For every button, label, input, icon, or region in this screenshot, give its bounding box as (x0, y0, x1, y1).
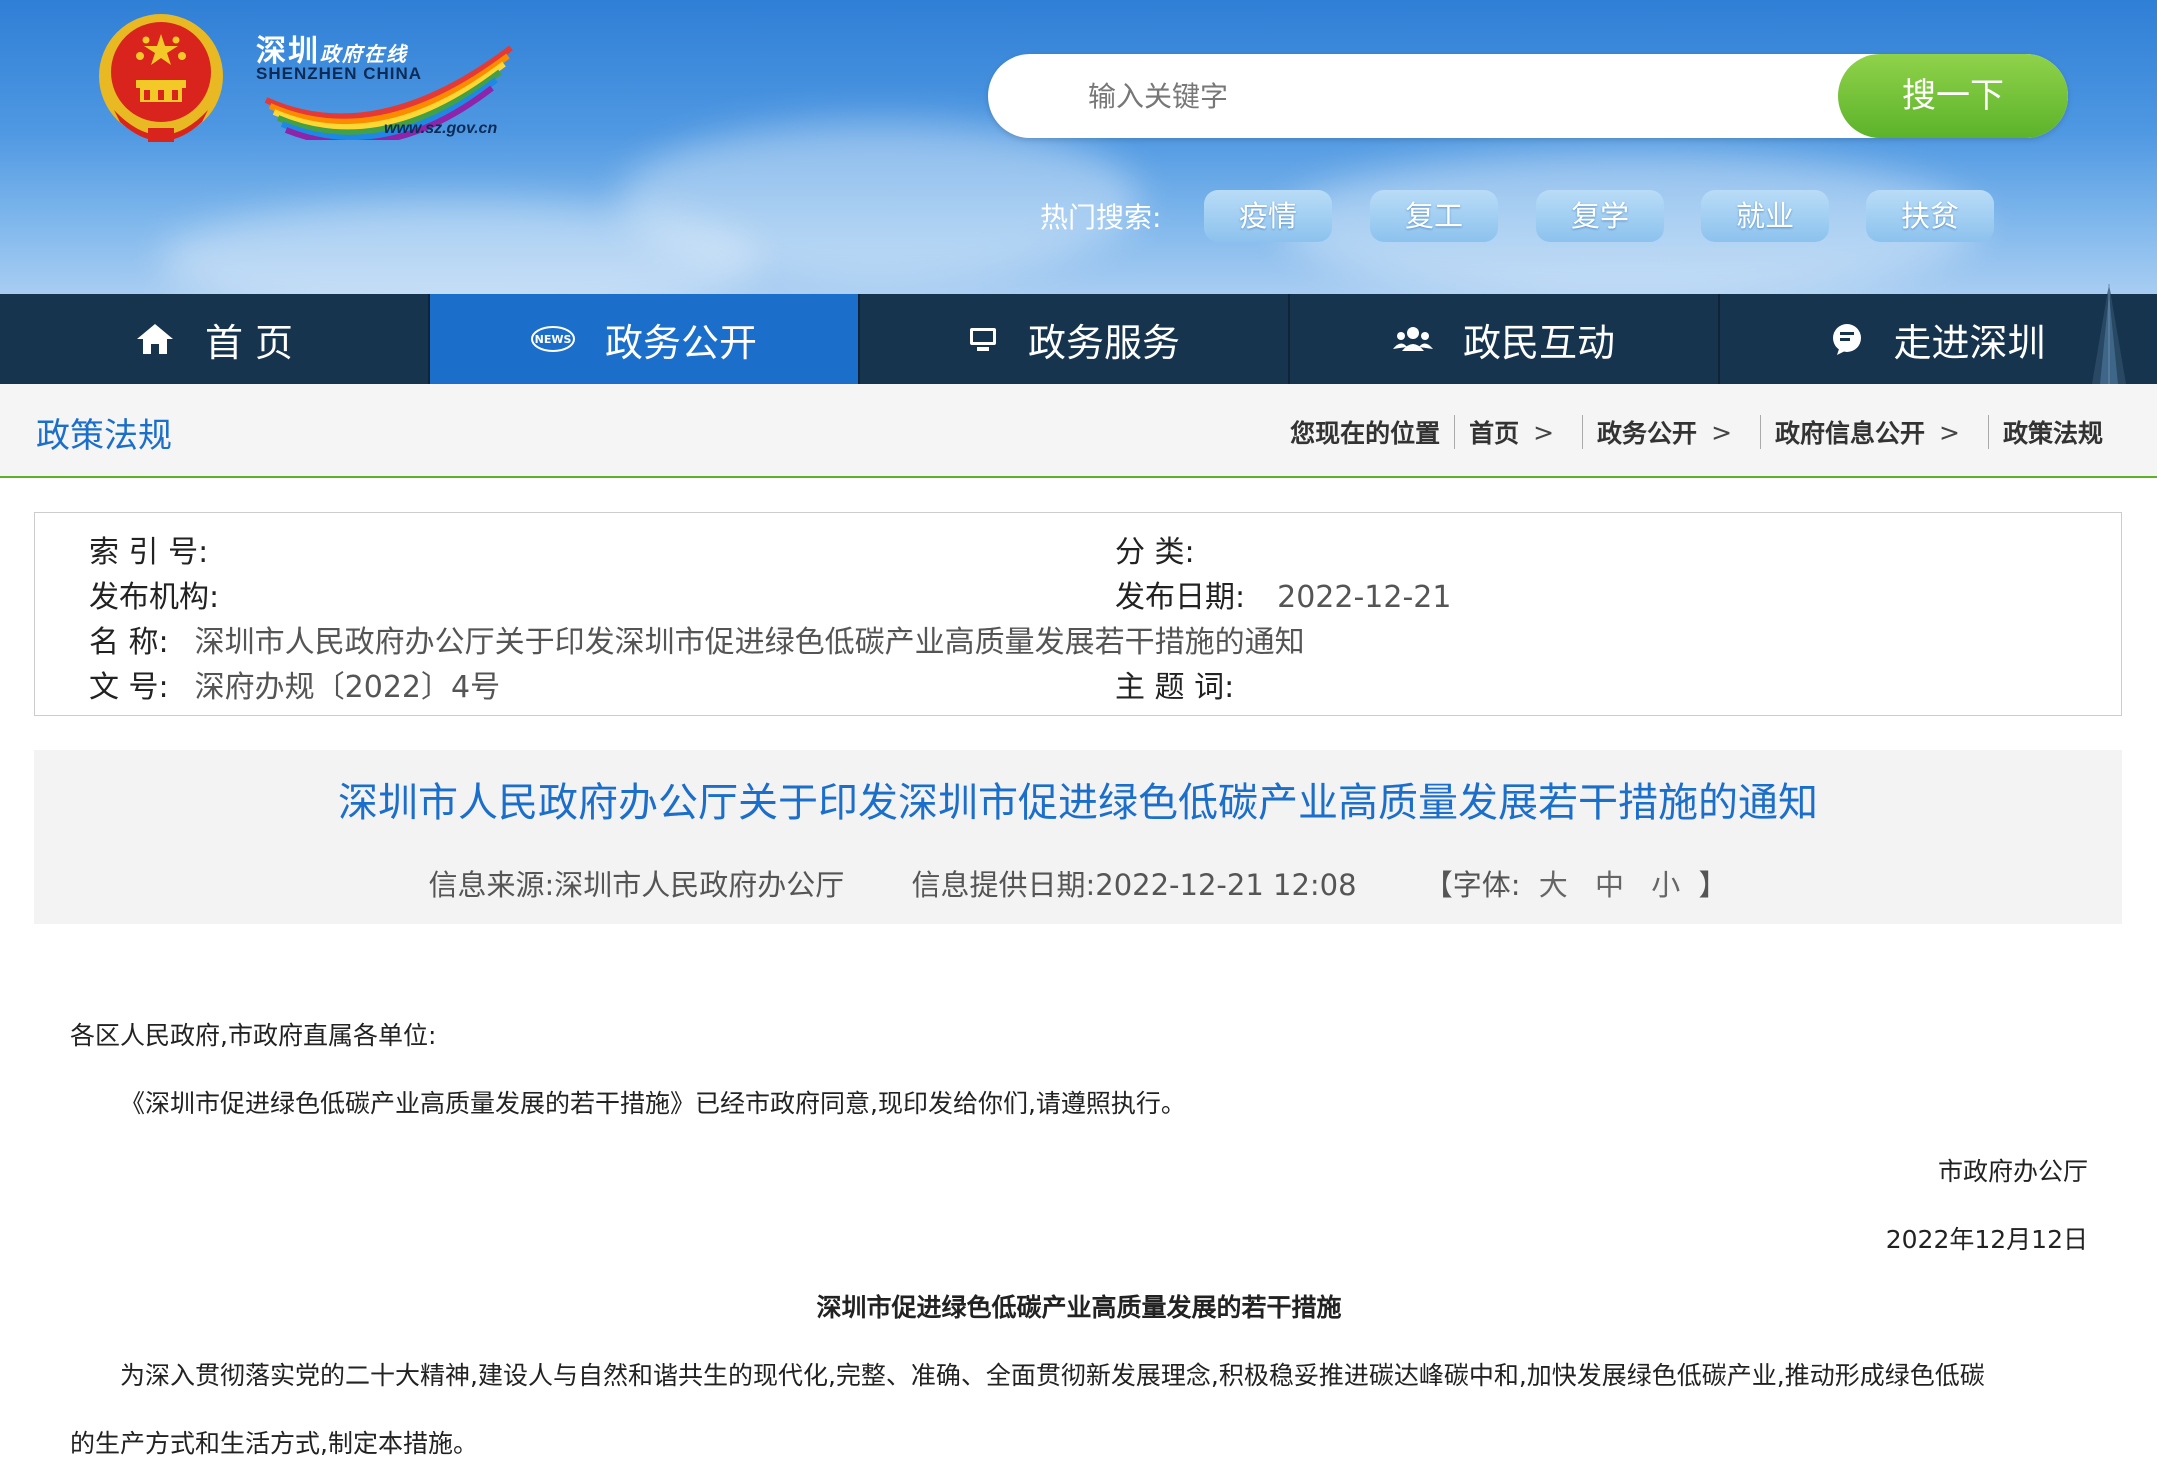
nav-item-interaction[interactable]: 政民互动 (1290, 294, 1720, 384)
paragraph-2-line-2: 的生产方式和生活方式,制定本措施。 (70, 1429, 478, 1458)
meta-docno-value: 深府办规〔2022〕4号 (194, 670, 501, 705)
meta-docno: 文 号: 深府办规〔2022〕4号 (89, 662, 500, 706)
section-title[interactable]: 政策法规 (36, 408, 172, 457)
logo-title-small: 政府在线 (320, 42, 408, 66)
national-emblem-icon (99, 14, 223, 142)
meta-category-label: 分 类: (1115, 535, 1195, 570)
breadcrumb-government-affairs[interactable]: 政务公开 (1597, 414, 1697, 450)
meta-publisher-label: 发布机构: (89, 580, 220, 615)
home-icon (135, 321, 175, 357)
nav-item-label: 政务公开 (604, 320, 757, 365)
breadcrumb-separator: > (1711, 417, 1733, 447)
document-provided-date: 信息提供日期:2022-12-21 12:08 (911, 868, 1357, 902)
news-icon: NEWS (530, 324, 575, 354)
meta-name: 名 称: 深圳市人民政府办公厅关于印发深圳市促进绿色低碳产业高质量发展若干措施的通… (89, 617, 1305, 661)
nav-item-label: 走进深圳 (1893, 320, 2046, 365)
meta-name-value: 深圳市人民政府办公厅关于印发深圳市促进绿色低碳产业高质量发展若干措施的通知 (194, 625, 1305, 660)
svg-text:NEWS: NEWS (535, 333, 572, 346)
document-info: 信息来源:深圳市人民政府办公厅 信息提供日期:2022-12-21 12:08 … (34, 862, 2122, 904)
meta-publisher: 发布机构: (89, 572, 245, 616)
font-size-large-button[interactable]: 大 (1539, 868, 1568, 902)
breadcrumb-separator: > (1939, 417, 1960, 447)
salutation: 各区人民政府,市政府直属各单位: (70, 1021, 437, 1050)
breadcrumb-divider (1454, 415, 1456, 449)
document-title-block: 深圳市人民政府办公厅关于印发深圳市促进绿色低碳产业高质量发展若干措施的通知 信息… (34, 750, 2122, 924)
hot-tag-resume-school[interactable]: 复学 (1536, 190, 1664, 242)
paragraph-1: 《深圳市促进绿色低碳产业高质量发展的若干措施》已经市政府同意,现印发给你们,请遵… (120, 1089, 1186, 1118)
document-metadata: 索 引 号: 分 类: 发布机构: 发布日期: 2022-12-21 名 称: 深圳… (34, 512, 2122, 716)
nav-item-government-services[interactable]: 政务服务 (860, 294, 1290, 384)
nav-item-label: 政务服务 (1027, 320, 1180, 365)
font-size-open: 【字体: (1423, 868, 1521, 902)
breadcrumb-home[interactable]: 首页 (1469, 414, 1519, 450)
location-label: 您现在的位置 (1290, 419, 1441, 448)
signer: 市政府办公厅 (1937, 1157, 2088, 1186)
breadcrumb: 您现在的位置 首页 > 政务公开 > 政府信息公开 > 政策法规 (1290, 414, 2103, 450)
meta-index: 索 引 号: (89, 527, 234, 571)
meta-date-value: 2022-12-21 (1277, 580, 1452, 615)
people-icon (1392, 325, 1433, 353)
meta-docno-label: 文 号: (89, 670, 169, 705)
monitor-icon (968, 325, 998, 353)
search-input[interactable] (1088, 68, 1808, 124)
breadcrumb-divider (1987, 415, 1989, 449)
hot-tag-employment[interactable]: 就业 (1701, 190, 1829, 242)
meta-category: 分 类: (1115, 527, 1221, 571)
font-size-medium-button[interactable]: 中 (1595, 868, 1624, 902)
chat-icon (1831, 323, 1863, 355)
hot-tag-epidemic[interactable]: 疫情 (1204, 190, 1332, 242)
hot-search-label: 热门搜索: (1040, 201, 1162, 234)
breadcrumb-divider (1582, 415, 1584, 449)
search-bar: 搜一下 (988, 54, 2068, 138)
breadcrumb-policies[interactable]: 政策法规 (2003, 414, 2103, 450)
meta-name-label: 名 称: (89, 625, 169, 660)
nav-item-government-affairs[interactable]: NEWS 政务公开 (430, 294, 860, 384)
hot-tag-poverty-relief[interactable]: 扶贫 (1866, 190, 1994, 242)
breadcrumb-info-disclosure[interactable]: 政府信息公开 (1775, 414, 1925, 450)
meta-index-label: 索 引 号: (89, 535, 209, 570)
nav-item-home[interactable]: 首 页 (0, 294, 430, 384)
logo-subtitle: SHENZHEN CHINA (256, 64, 423, 83)
hot-tag-resume-work[interactable]: 复工 (1370, 190, 1498, 242)
search-button[interactable]: 搜一下 (1838, 54, 2068, 138)
breadcrumb-separator: > (1533, 417, 1555, 447)
nav-item-label: 政民互动 (1462, 320, 1615, 365)
breadcrumb-bar: 政策法规 您现在的位置 首页 > 政务公开 > 政府信息公开 > 政策法规 (0, 384, 2157, 478)
paragraph-2-line-1: 为深入贯彻落实党的二十大精神,建设人与自然和谐共生的现代化,完整、准确、全面贯彻… (120, 1361, 1985, 1390)
measures-subtitle: 深圳市促进绿色低碳产业高质量发展的若干措施 (816, 1293, 1342, 1322)
meta-keywords-label: 主 题 词: (1115, 670, 1235, 705)
site-header: 深圳政府在线 SHENZHEN CHINA www.sz.gov.cn 搜一下 … (0, 0, 2157, 294)
document-title: 深圳市人民政府办公厅关于印发深圳市促进绿色低碳产业高质量发展若干措施的通知 (338, 780, 1818, 826)
nav-item-label: 首 页 (204, 320, 294, 365)
logo-url: www.sz.gov.cn (384, 120, 498, 137)
document-source: 信息来源:深圳市人民政府办公厅 (428, 868, 845, 902)
meta-date-label: 发布日期: (1115, 580, 1246, 615)
font-size-small-button[interactable]: 小 (1651, 868, 1680, 902)
tower-decoration-icon (2092, 284, 2126, 384)
main-nav: 首 页 NEWS 政务公开 政务服务 政民互动 走进深圳 (0, 294, 2157, 384)
font-size-close: 】 (1698, 868, 1728, 902)
meta-date: 发布日期: 2022-12-21 (1115, 572, 1451, 616)
sign-date: 2022年12月12日 (1885, 1225, 2088, 1254)
breadcrumb-divider (1760, 415, 1762, 449)
site-logo[interactable]: 深圳政府在线 SHENZHEN CHINA www.sz.gov.cn (246, 20, 516, 150)
meta-keywords: 主 题 词: (1115, 662, 1260, 706)
